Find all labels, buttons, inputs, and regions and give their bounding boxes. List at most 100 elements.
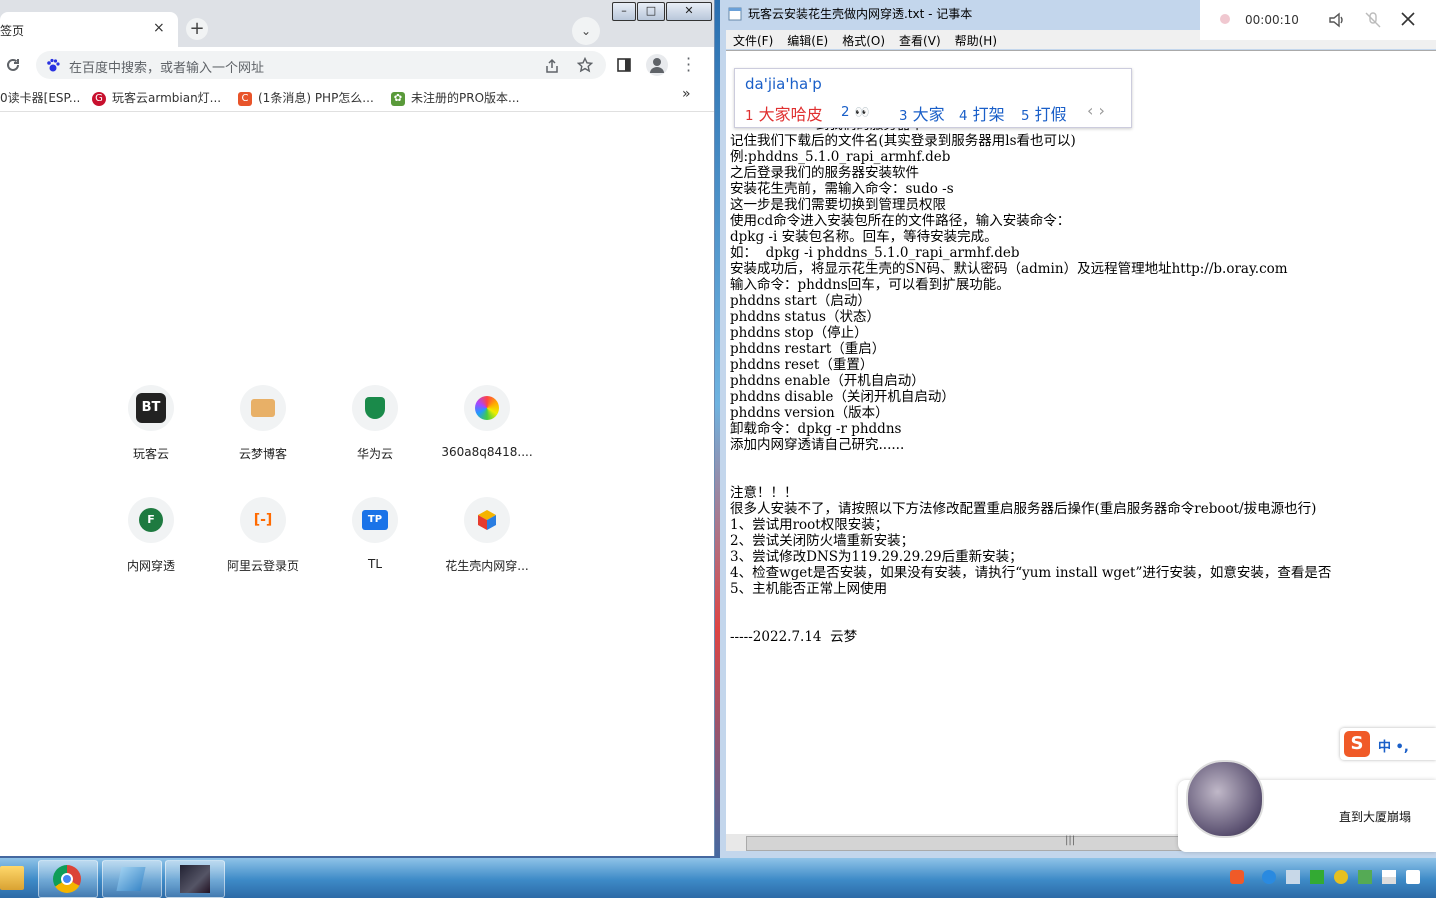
signal-icon[interactable] (1310, 870, 1324, 884)
bookmark-favicon-icon: G (92, 91, 106, 106)
taskbar-app-button[interactable] (165, 860, 225, 898)
close-window-button[interactable]: ✕ (666, 2, 712, 21)
bookmark-label: 0读卡器[ESP... (0, 91, 81, 105)
notepad-icon (116, 867, 146, 891)
bookmarks-bar: 0读卡器[ESP... G 玩客云armbian灯... C (1条消息) PHP怎… (0, 83, 714, 112)
wifi-bars-icon[interactable] (1382, 870, 1396, 884)
text-line: phddns restart（重启） (730, 341, 886, 357)
shortcut-tile[interactable]: BT 玩客云 (96, 385, 206, 462)
text-line: 使用cd命令进入安装包所在的文件路径，输入安装命令： (730, 213, 1071, 229)
maximize-button[interactable]: □ (637, 2, 665, 21)
bookmark-label: 未注册的PRO版本... (411, 91, 520, 105)
text-line: 添加内网穿透请自己研究...... (730, 437, 905, 453)
text-line: 注意！！！ (730, 485, 798, 501)
volume-tray-icon[interactable] (1286, 870, 1300, 884)
tab-search-button[interactable]: ⌄ (572, 17, 600, 45)
shortcut-label: 玩客云 (132, 447, 169, 461)
text-line: 1、尝试用root权限安装； (730, 517, 889, 533)
menu-view[interactable]: 查看(V) (892, 30, 948, 51)
song-caption: 直到大厦崩塌 (1339, 810, 1412, 824)
bookmark-item[interactable]: 0读卡器[ESP... (0, 89, 80, 106)
candidate-word: 大家 (912, 105, 945, 124)
bookmark-label: 玩客云armbian灯... (112, 91, 222, 105)
menu-kebab-icon[interactable]: · · · (686, 51, 691, 79)
photos-icon (475, 396, 499, 420)
explorer-icon[interactable] (0, 866, 24, 890)
text-line: phddns status（状态） (730, 309, 880, 325)
tab-new-tab[interactable]: 签页 × (0, 12, 178, 47)
ime-candidate-popup: da'jia'ha'p 1 大家哈皮 2 👀 3 大家 4 打架 5 打假 ‹ … (734, 68, 1132, 128)
speaker-tray-icon[interactable] (1406, 870, 1420, 884)
shortcut-tile[interactable]: 华为云 (320, 385, 430, 462)
baidu-paw-icon (47, 58, 60, 72)
candidate-num: 1 (745, 109, 754, 124)
text-line: 3、尝试修改DNS为119.29.29.29后重新安装； (730, 549, 1023, 565)
tab-strip: 签页 × + ⌄ – □ ✕ (0, 0, 714, 47)
shortcut-tile[interactable]: 360a8q8418.... (432, 385, 542, 459)
ime-page-nav-icon[interactable]: ‹ › (1087, 101, 1105, 120)
bookmark-star-icon[interactable] (577, 57, 593, 73)
music-bubble[interactable]: 直到大厦崩塌 (1178, 760, 1436, 852)
window-title: 玩客云安装花生壳做内网穿透.txt - 记事本 (748, 7, 973, 21)
shortcut-tile[interactable]: [-] 阿里云登录页 (208, 497, 318, 574)
wechat-icon[interactable] (1334, 870, 1348, 884)
text-line: 安装成功后，将显示花生壳的SN码、默认密码（admin）及远程管理地址http:… (730, 261, 1288, 277)
shield-icon (365, 397, 385, 419)
network-icon[interactable] (1358, 870, 1372, 884)
shortcut-tile[interactable]: 花生壳内网穿... (432, 497, 542, 574)
mic-muted-icon[interactable] (1364, 11, 1382, 29)
menu-edit[interactable]: 编辑(E) (780, 30, 835, 51)
ime-candidate[interactable]: 1 大家哈皮 (745, 101, 823, 125)
close-icon[interactable] (1400, 11, 1416, 27)
bookmark-item[interactable]: ✿ 未注册的PRO版本... (391, 89, 519, 106)
text-line: 如： dpkg -i phddns_5.1.0_rapi_armhf.deb (730, 245, 1020, 261)
menu-file[interactable]: 文件(F) (726, 30, 780, 51)
side-panel-icon[interactable] (616, 57, 632, 73)
share-icon[interactable] (544, 58, 560, 74)
sogou-logo-icon: S (1344, 731, 1370, 757)
bookmark-item[interactable]: C (1条消息) PHP怎么... (238, 89, 374, 106)
profile-avatar-icon[interactable] (646, 54, 668, 76)
ime-candidate[interactable]: 5 打假 (1021, 101, 1067, 125)
text-line: dpkg -i 安装包名称。回车，等待安装完成。 (730, 229, 998, 245)
text-editor[interactable]: 件下载 的 到我们的服务器中记住我们下载后的文件名(其实登录到服务器用ls看也可… (726, 50, 1436, 835)
bluetooth-icon[interactable] (1262, 870, 1276, 884)
minimize-button[interactable]: – (612, 2, 636, 21)
aliyun-icon: [-] (253, 512, 273, 528)
text-line: 例:phddns_5.1.0_rapi_armhf.deb (730, 149, 951, 165)
text-line: 2、尝试关闭防火墙重新安装； (730, 533, 915, 549)
text-line: 卸载命令：dpkg -r phddns (730, 421, 902, 437)
tab-title: 签页 (0, 24, 25, 38)
shortcut-label: 华为云 (356, 447, 393, 461)
sogou-ime-bar[interactable]: S 中 •, (1340, 728, 1436, 760)
reload-icon[interactable] (5, 57, 21, 73)
bookmark-label: (1条消息) PHP怎么... (258, 91, 374, 105)
text-line: 记住我们下载后的文件名(其实登录到服务器用ls看也可以) (730, 133, 1076, 149)
taskbar-chrome-button[interactable] (38, 860, 98, 898)
speaker-icon[interactable] (1328, 11, 1346, 29)
candidate-num: 3 (899, 109, 908, 124)
bookmarks-more-icon[interactable]: » (682, 86, 691, 102)
shortcut-tile[interactable]: F 内网穿透 (96, 497, 206, 574)
omnibox[interactable]: 在百度中搜索，或者输入一个网址 (36, 51, 606, 79)
text-line: 之后登录我们的服务器安装软件 (730, 165, 919, 181)
new-tab-button[interactable]: + (186, 18, 208, 40)
tab-close-icon[interactable]: × (153, 20, 165, 36)
ime-candidate[interactable]: 4 打架 (959, 101, 1005, 125)
ime-candidate[interactable]: 2 👀 (841, 101, 870, 120)
sogou-tray-icon[interactable] (1230, 870, 1244, 884)
bookmark-item[interactable]: G 玩客云armbian灯... (92, 89, 221, 106)
tp-icon: TP (362, 510, 388, 530)
recording-time: 00:00:10 (1245, 13, 1299, 27)
chrome-window: 签页 × + ⌄ – □ ✕ 在百度中搜索，或者输入一个网址 · · · 0读卡… (0, 0, 715, 856)
shortcut-label: 360a8q8418.... (441, 445, 533, 459)
ime-candidate[interactable]: 3 大家 (899, 101, 945, 125)
shortcut-tile[interactable]: 云梦博客 (208, 385, 318, 462)
taskbar-notepad-button[interactable] (102, 860, 162, 898)
menu-help[interactable]: 帮助(H) (948, 30, 1004, 51)
shortcut-tile[interactable]: TP TL (320, 497, 430, 571)
menu-format[interactable]: 格式(O) (835, 30, 892, 51)
notepad-window: 玩客云安装花生壳做内网穿透.txt - 记事本 文件(F) 编辑(E) 格式(O) 查… (720, 0, 1436, 858)
text-line: 这一步是我们需要切换到管理员权限 (730, 197, 946, 213)
ime-pinyin: da'jia'ha'p (745, 75, 822, 93)
